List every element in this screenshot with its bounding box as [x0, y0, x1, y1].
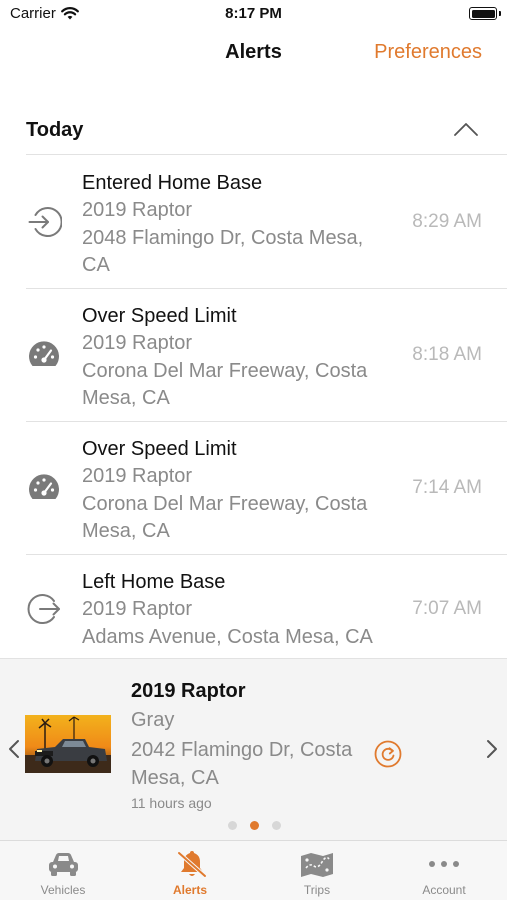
section-header-today[interactable]: Today: [26, 108, 507, 155]
page-dot[interactable]: [272, 821, 281, 830]
battery-tip: [499, 11, 501, 16]
section-title: Today: [26, 119, 84, 141]
page-dot[interactable]: [228, 821, 237, 830]
alert-time: 8:29 AM: [412, 211, 482, 232]
alert-vehicle: 2019 Raptor: [82, 465, 193, 488]
tab-label: Vehicles: [40, 883, 86, 897]
alert-time: 7:14 AM: [412, 477, 482, 498]
exit-icon: [26, 591, 62, 627]
map-icon: [254, 850, 380, 878]
tab-account[interactable]: Account: [381, 841, 507, 900]
alert-title: Over Speed Limit: [82, 438, 237, 460]
alert-row[interactable]: Over Speed Limit 2019 Raptor Corona Del …: [26, 289, 507, 422]
alert-address: Corona Del Mar Freeway, Costa Mesa, CA: [82, 359, 368, 409]
page-dot-active[interactable]: [250, 821, 259, 830]
chevron-up-icon[interactable]: [453, 121, 479, 142]
alert-row[interactable]: Entered Home Base 2019 Raptor 2048 Flami…: [26, 156, 507, 289]
tab-bar: Vehicles Alerts Trips Account: [0, 840, 507, 900]
preferences-button[interactable]: Preferences: [374, 41, 482, 64]
alert-row[interactable]: Over Speed Limit 2019 Raptor Corona Del …: [26, 422, 507, 555]
vehicle-updated: 11 hours ago: [131, 795, 212, 811]
car-icon: [0, 850, 126, 878]
vehicle-card[interactable]: 2019 Raptor Gray 2042 Flamingo Dr, Costa…: [0, 658, 507, 840]
vehicle-color: Gray: [131, 709, 175, 731]
status-time: 8:17 PM: [225, 5, 282, 22]
alert-vehicle: 2019 Raptor: [82, 199, 193, 222]
status-bar: Carrier 8:17 PM: [0, 0, 507, 28]
alert-vehicle: 2019 Raptor: [82, 598, 193, 621]
speedometer-icon: [26, 470, 62, 506]
alert-title: Over Speed Limit: [82, 305, 237, 327]
chevron-left-icon[interactable]: [8, 739, 20, 764]
enter-icon: [26, 204, 63, 240]
vehicle-photo: [25, 715, 111, 773]
alert-time: 7:07 AM: [412, 598, 482, 619]
tab-alerts[interactable]: Alerts: [127, 841, 253, 900]
tab-vehicles[interactable]: Vehicles: [0, 841, 126, 900]
alert-address: 2048 Flamingo Dr, Costa Mesa, CA: [82, 226, 364, 276]
vehicle-address: 2042 Flamingo Dr, Costa Mesa, CA: [131, 739, 353, 789]
tab-trips[interactable]: Trips: [254, 841, 380, 900]
battery-icon: [469, 7, 497, 20]
alert-title: Entered Home Base: [82, 172, 263, 194]
alert-time: 8:18 AM: [412, 344, 482, 365]
more-icon: [381, 850, 507, 878]
tab-label: Account: [422, 883, 466, 897]
alert-vehicle: 2019 Raptor: [82, 332, 193, 355]
bell-slash-icon: [127, 850, 253, 878]
chevron-right-icon[interactable]: [486, 739, 498, 764]
alert-row[interactable]: Left Home Base 2019 Raptor Adams Avenue,…: [26, 555, 507, 658]
alert-address: Corona Del Mar Freeway, Costa Mesa, CA: [82, 492, 368, 542]
vehicle-name: 2019 Raptor: [131, 680, 246, 702]
speedometer-icon: [26, 337, 62, 373]
alert-address: Adams Avenue, Costa Mesa, CA: [82, 625, 373, 648]
tab-label: Trips: [303, 883, 331, 897]
alert-title: Left Home Base: [82, 571, 226, 593]
tab-label: Alerts: [172, 883, 207, 897]
refresh-icon[interactable]: [374, 740, 402, 773]
